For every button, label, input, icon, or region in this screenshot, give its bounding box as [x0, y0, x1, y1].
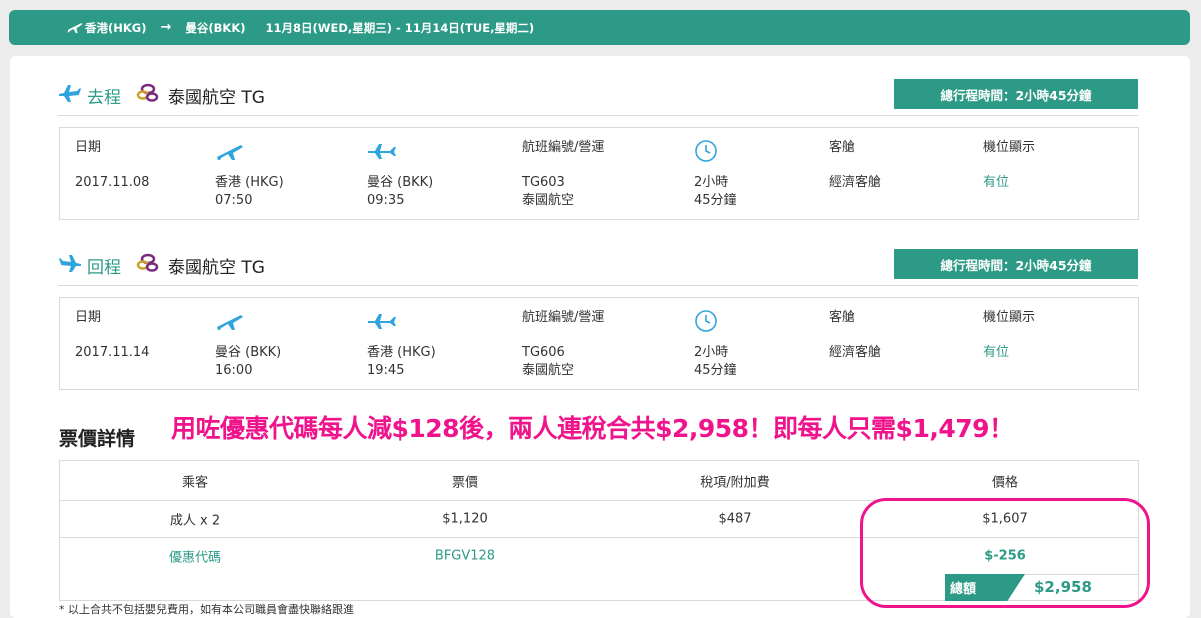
promo-code-value: BFGV128: [434, 548, 496, 564]
col-seat: 機位顯示: [983, 140, 1036, 155]
duration-minutes: 45分鐘: [694, 193, 737, 208]
total-duration-badge: 總行程時間：2小時45分鐘: [894, 79, 1138, 109]
cabin-class: 經濟客艙: [829, 175, 882, 190]
departure-plane-icon: [215, 310, 245, 338]
promo-code-label: 優惠代碼: [168, 550, 222, 566]
departure-info: 香港 (HKG) 07:50: [215, 174, 284, 210]
departure-plane-icon: [215, 140, 245, 168]
operator: 泰國航空: [522, 363, 575, 378]
seat-availability: 有位: [983, 175, 1010, 190]
col-flight: 航班編號/營運: [522, 310, 605, 325]
thai-airways-logo: [136, 81, 160, 109]
total-duration-badge: 總行程時間：2小時45分鐘: [894, 249, 1138, 279]
flight-number-info: TG606 泰國航空: [522, 344, 574, 380]
col-flight: 航班編號/營運: [522, 140, 605, 155]
arrival-info: 曼谷 (BKK) 09:35: [367, 174, 433, 210]
col-date: 日期: [75, 140, 102, 155]
destination-city: 曼谷(BKK): [185, 20, 246, 35]
departure-city: 曼谷 (BKK): [215, 345, 282, 360]
route: 香港(HKG) → 曼谷(BKK) 11月8日(WED,星期三) - 11月14…: [85, 20, 534, 36]
plane-icon: [67, 20, 83, 37]
arrival-plane-icon: [367, 141, 397, 167]
route-bar: 香港(HKG) → 曼谷(BKK) 11月8日(WED,星期三) - 11月14…: [9, 10, 1190, 45]
fare-amount: $1,120: [442, 511, 488, 527]
departure-info: 曼谷 (BKK) 16:00: [215, 344, 281, 380]
departure-city: 香港 (HKG): [215, 175, 284, 190]
col-passenger: 乘客: [181, 475, 209, 490]
outbound-label: 去程: [87, 88, 121, 108]
arrow-icon: →: [160, 20, 172, 35]
plane-departure-icon: [58, 81, 82, 109]
operator: 泰國航空: [522, 193, 575, 208]
duration-hours: 2小時: [694, 175, 729, 190]
arrival-city: 曼谷 (BKK): [367, 175, 434, 190]
arrival-time: 09:35: [367, 193, 405, 208]
promo-annotation: 用咗優惠代碼每人減$128後，兩人連稅合共$2,958！即每人只需$1,479！: [171, 414, 1014, 443]
footnote: * 以上合共不包括嬰兒費用，如有本公司職員會盡快聯絡跟進: [59, 603, 354, 616]
arrival-time: 19:45: [367, 363, 405, 378]
price-details-title: 票價詳情: [59, 428, 136, 450]
tax-amount: $487: [718, 511, 752, 527]
clock-icon: [694, 139, 718, 169]
outbound-header: 去程 泰國航空 TG 總行程時間：2小時45分鐘: [58, 78, 1138, 116]
col-cabin: 客艙: [829, 140, 856, 155]
outbound-flight-table: 日期 航班編號/營運 客艙 機位顯示 2017.11.08 香港 (HKG) 0…: [59, 127, 1139, 220]
flight-number: TG603: [522, 175, 565, 190]
col-tax: 稅項/附加費: [700, 475, 770, 490]
departure-time: 07:50: [215, 193, 253, 208]
return-header: 回程 泰國航空 TG 總行程時間：2小時45分鐘: [58, 248, 1138, 286]
cabin-class: 經濟客艙: [829, 345, 882, 360]
col-price: 價格: [991, 475, 1019, 490]
seat-availability: 有位: [983, 345, 1010, 360]
arrival-plane-icon: [367, 311, 397, 337]
airline-name: 泰國航空 TG: [168, 88, 265, 108]
plane-return-icon: [58, 251, 82, 279]
col-cabin: 客艙: [829, 310, 856, 325]
duration-info: 2小時 45分鐘: [694, 344, 737, 380]
duration-minutes: 45分鐘: [694, 363, 737, 378]
airline-name: 泰國航空 TG: [168, 258, 265, 278]
duration-info: 2小時 45分鐘: [694, 174, 737, 210]
origin-city: 香港(HKG): [85, 20, 147, 35]
flight-date: 2017.11.08: [75, 175, 150, 190]
return-label: 回程: [87, 258, 121, 278]
flight-date: 2017.11.14: [75, 345, 150, 360]
highlight-circle: [860, 498, 1150, 608]
col-date: 日期: [75, 310, 102, 325]
departure-time: 16:00: [215, 363, 253, 378]
flight-number: TG606: [522, 345, 565, 360]
col-seat: 機位顯示: [983, 310, 1036, 325]
travel-dates: 11月8日(WED,星期三) - 11月14日(TUE,星期二): [265, 20, 535, 35]
flight-number-info: TG603 泰國航空: [522, 174, 574, 210]
col-fare: 票價: [451, 475, 479, 490]
arrival-city: 香港 (HKG): [367, 345, 436, 360]
duration-hours: 2小時: [694, 345, 729, 360]
return-flight-table: 日期 航班編號/營運 客艙 機位顯示 2017.11.14 曼谷 (BKK) 1…: [59, 297, 1139, 390]
passenger-type: 成人 x 2: [169, 513, 221, 529]
price-header-row: 乘客 票價 稅項/附加費 價格: [60, 461, 1138, 501]
arrival-info: 香港 (HKG) 19:45: [367, 344, 436, 380]
thai-airways-logo: [136, 251, 160, 279]
clock-icon: [694, 309, 718, 339]
